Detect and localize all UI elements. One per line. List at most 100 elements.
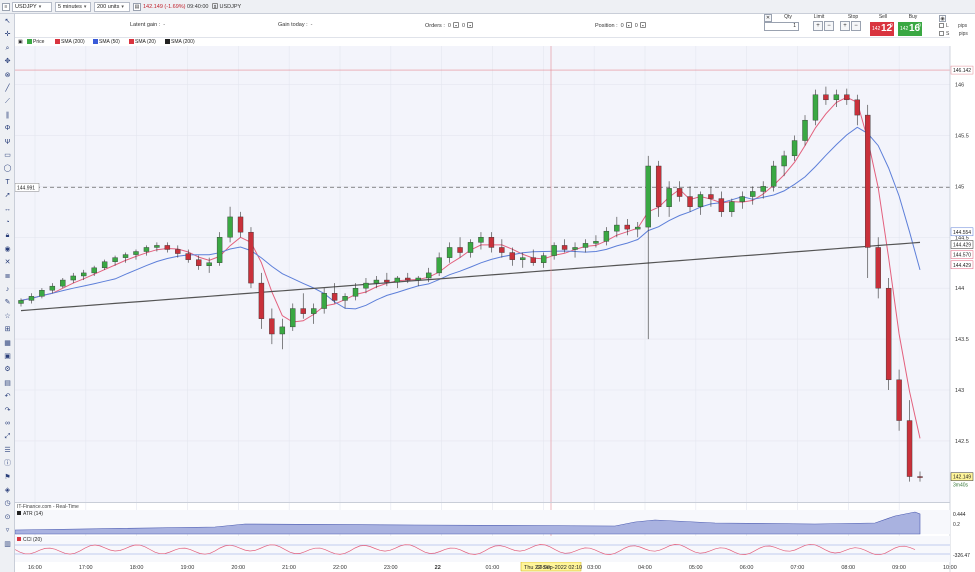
legend-settings-icon[interactable]: ▣: [18, 39, 23, 45]
ticket-option-row[interactable]: ◉: [939, 15, 946, 22]
buy-button[interactable]: 142 16 9: [898, 22, 922, 36]
chart-type-icon[interactable]: ▤: [133, 3, 141, 11]
expand-icon[interactable]: ⤢: [3, 432, 12, 441]
chart-svg[interactable]: 144.991 Thu 22-Sep-2022 02:10 146 145.5 14…: [14, 46, 975, 572]
timeframe-select[interactable]: 5 minutes ▾: [55, 2, 91, 12]
candle-body: [143, 247, 150, 252]
bell-icon[interactable]: ♪: [3, 285, 12, 294]
x-tick-label: 22: [435, 565, 441, 571]
list-icon[interactable]: ☰: [3, 446, 12, 455]
orders-icon[interactable]: ▪: [467, 22, 473, 28]
x-tick-label: 20:00: [231, 565, 245, 571]
undo-icon[interactable]: ↶: [3, 392, 12, 401]
stop-checkbox[interactable]: [939, 31, 944, 37]
ellipse-icon[interactable]: ◯: [3, 164, 12, 173]
limit-letter: L: [946, 23, 949, 29]
camera-icon[interactable]: ▣: [3, 352, 12, 361]
info-icon[interactable]: ⓘ: [3, 459, 12, 468]
ticket-settings-icon[interactable]: ✕: [764, 14, 772, 22]
x-tick-label: 07:00: [791, 565, 805, 571]
eye-icon[interactable]: ◉: [3, 245, 12, 254]
limit-minus-button[interactable]: −: [824, 21, 834, 31]
stop-minus-button[interactable]: −: [851, 21, 861, 31]
channel-icon[interactable]: ∥: [3, 111, 12, 120]
x-tick-label: 02:00: [536, 565, 550, 571]
candle-body: [593, 241, 599, 244]
candle-body: [676, 188, 683, 197]
candle-body: [812, 94, 819, 121]
link-icon[interactable]: ∞: [3, 419, 12, 428]
candle-body: [509, 252, 516, 260]
position-icon[interactable]: ▪: [625, 22, 632, 28]
stop-button[interactable]: +: [840, 21, 850, 31]
alert-icon[interactable]: ◉: [939, 15, 946, 22]
legend-item-3[interactable]: SMA (20): [129, 39, 156, 45]
ray-icon[interactable]: ⟋: [3, 97, 12, 106]
x-tick-label: 10:00: [943, 565, 957, 571]
magnet-icon[interactable]: ⊗: [3, 71, 12, 80]
sell-button[interactable]: 142 12 9: [870, 22, 894, 36]
flag-icon[interactable]: ⚑: [3, 473, 12, 482]
candle-body: [697, 194, 704, 207]
lock-icon[interactable]: 🔒︎: [3, 231, 12, 240]
buy-label: Buy: [908, 14, 918, 20]
account-info-row: Latent gain :- Gain today :- Orders :0 ▪ 0…: [0, 14, 760, 36]
price-tag-label: 144.429: [953, 243, 971, 249]
tag-icon[interactable]: ◈: [3, 486, 12, 495]
legend-label: SMA (200): [61, 39, 85, 45]
legend-item-0[interactable]: Price: [27, 39, 44, 45]
pane-divider: [15, 502, 950, 503]
pointer-icon[interactable]: ↖: [3, 17, 12, 26]
measure-icon[interactable]: ↔: [3, 205, 12, 214]
position-icon[interactable]: ▪: [639, 22, 646, 28]
last-price: 142.149: [143, 4, 163, 10]
price-axis[interactable]: 146145.5145144.5144143.5143142.5146.1421…: [949, 46, 974, 572]
top-toolbar: ≡ USDJPY ▾ 5 minutes ▾ 200 units ▾ ▤ 142.14…: [0, 0, 975, 14]
candle-body: [258, 282, 265, 319]
chart-icon[interactable]: ▥: [3, 540, 12, 549]
pin-icon[interactable]: ⊙: [3, 513, 12, 522]
crosshair-icon[interactable]: ✛: [3, 30, 12, 39]
text-icon[interactable]: T: [3, 178, 12, 187]
fibonacci-icon[interactable]: Φ: [3, 124, 12, 133]
trash-icon[interactable]: ✕: [3, 258, 12, 267]
star-icon[interactable]: ☆: [3, 312, 12, 321]
menu-icon[interactable]: ≡: [2, 3, 10, 11]
candle-body: [425, 272, 432, 279]
legend-item-2[interactable]: SMA (50): [93, 39, 120, 45]
legend-item-4[interactable]: SMA (200): [165, 39, 195, 45]
candle-body: [342, 296, 348, 301]
limit-pips-row[interactable]: L pips: [939, 23, 967, 29]
brush-icon[interactable]: ✎: [3, 298, 12, 307]
rectangle-icon[interactable]: ▭: [3, 151, 12, 160]
grid-icon[interactable]: ▦: [3, 339, 12, 348]
orders-icon[interactable]: ▪: [452, 22, 459, 28]
zoom-icon[interactable]: ⌕: [3, 44, 12, 53]
pan-icon[interactable]: ✥: [3, 57, 12, 66]
save-icon[interactable]: ▤: [3, 379, 12, 388]
line-icon[interactable]: ╱: [3, 84, 12, 93]
clock-icon[interactable]: ◷: [3, 499, 12, 508]
candle-body: [154, 245, 160, 248]
layers-icon[interactable]: ≣: [3, 272, 12, 281]
candle-body: [310, 308, 317, 314]
limit-checkbox[interactable]: [939, 23, 944, 29]
redo-icon[interactable]: ↷: [3, 406, 12, 415]
price-chart[interactable]: 144.991 Thu 22-Sep-2022 02:10 146 145.5 14…: [14, 46, 975, 572]
qty-input[interactable]: 1: [764, 22, 799, 31]
time-axis[interactable]: 16:00 17:00 18:00 19:00 20:00 21:00 22:00 23:00…: [28, 565, 957, 571]
cycle-icon[interactable]: ◔: [3, 218, 12, 227]
arrow-icon[interactable]: ➚: [3, 191, 12, 200]
legend-item-1[interactable]: SMA (200): [55, 39, 85, 45]
filter-icon[interactable]: ▿: [3, 526, 12, 535]
latent-gain-value: -: [163, 22, 166, 28]
limit-button[interactable]: +: [813, 21, 823, 31]
size-select[interactable]: 200 units ▾: [94, 2, 130, 12]
pitchfork-icon[interactable]: Ψ: [3, 138, 12, 147]
orders-value-2: 0: [461, 23, 465, 29]
candle-body: [551, 245, 557, 256]
candle-body: [133, 251, 139, 255]
settings-icon[interactable]: ⚙: [3, 365, 12, 374]
instrument-select[interactable]: USDJPY ▾: [12, 2, 52, 12]
ruler-icon[interactable]: ⊞: [3, 325, 12, 334]
